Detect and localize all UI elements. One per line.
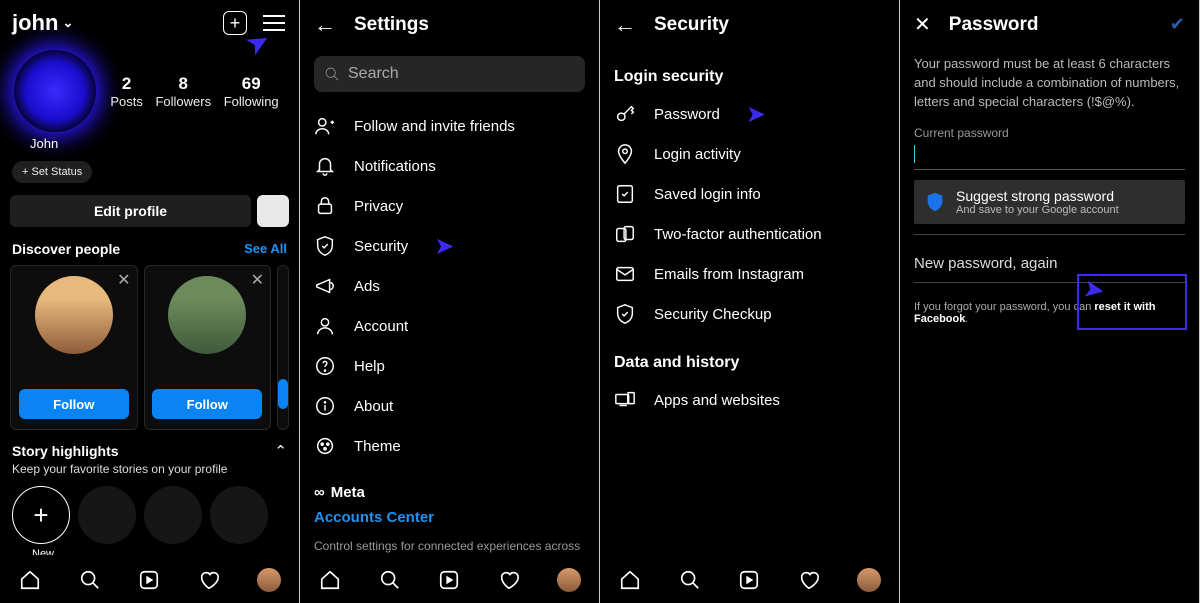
suggestion-card[interactable]: ✕ Follow [10, 265, 138, 430]
menu-item-about[interactable]: About [314, 386, 585, 426]
stat-followers[interactable]: 8Followers [155, 74, 211, 109]
home-icon[interactable] [318, 568, 342, 592]
highlight-placeholder [78, 486, 136, 544]
profile-tab-avatar[interactable] [557, 568, 581, 592]
current-password-input[interactable] [914, 140, 1185, 170]
add-highlight-button[interactable]: + [12, 486, 70, 544]
follow-button[interactable]: Follow [19, 389, 129, 419]
suggestion-avatar [168, 276, 246, 354]
stat-posts[interactable]: 2Posts [110, 74, 143, 109]
back-arrow-icon[interactable]: ← [314, 12, 336, 38]
menu-item-apps-and-websites[interactable]: Apps and websites [614, 380, 885, 420]
page-title: Settings [354, 14, 429, 36]
bottom-nav [600, 555, 899, 603]
heart-icon[interactable] [497, 568, 521, 592]
shield-icon [924, 191, 946, 213]
section-login-security: Login security [600, 50, 899, 92]
accounts-center-link[interactable]: Accounts Center [300, 503, 599, 532]
menu-item-emails-from-instagram[interactable]: Emails from Instagram [614, 254, 885, 294]
menu-item-help[interactable]: Help [314, 346, 585, 386]
discover-people-label: Discover people [12, 241, 120, 257]
profile-avatar[interactable] [14, 50, 96, 132]
bottom-nav [0, 555, 299, 603]
username: john [12, 10, 58, 36]
set-status-button[interactable]: + Set Status [12, 161, 92, 183]
story-highlights-desc: Keep your favorite stories on your profi… [0, 462, 299, 486]
menu-item-login-activity[interactable]: Login activity [614, 134, 885, 174]
menu-item-ads[interactable]: Ads [314, 266, 585, 306]
reels-icon[interactable] [737, 568, 761, 592]
menu-item-security-checkup[interactable]: Security Checkup [614, 294, 885, 334]
confirm-check-icon[interactable]: ✔ [1170, 14, 1185, 35]
search-icon[interactable] [78, 568, 102, 592]
home-icon[interactable] [18, 568, 42, 592]
search-icon [324, 66, 340, 82]
search-icon[interactable] [378, 568, 402, 592]
menu-item-privacy[interactable]: Privacy [314, 186, 585, 226]
suggest-password-button[interactable]: Suggest strong passwordAnd save to your … [914, 180, 1185, 224]
display-name: John [30, 136, 299, 151]
home-icon[interactable] [618, 568, 642, 592]
suggestion-card[interactable] [277, 265, 289, 430]
menu-item-two-factor-authentication[interactable]: Two-factor authentication [614, 214, 885, 254]
annotation-arrow-icon: ➤ [746, 100, 766, 129]
suggestion-avatar [35, 276, 113, 354]
stat-following[interactable]: 69Following [224, 74, 279, 109]
discover-people-icon[interactable] [257, 195, 289, 227]
annotation-highlight-box [1077, 274, 1187, 330]
dismiss-icon[interactable]: ✕ [117, 270, 130, 290]
back-arrow-icon[interactable]: ← [614, 12, 636, 38]
highlight-placeholder [210, 486, 268, 544]
username-dropdown[interactable]: john ⌄ [12, 10, 223, 36]
chevron-up-icon[interactable]: ⌃ [274, 442, 287, 460]
menu-item-account[interactable]: Account [314, 306, 585, 346]
see-all-link[interactable]: See All [244, 241, 287, 257]
reels-icon[interactable] [137, 568, 161, 592]
heart-icon[interactable] [197, 568, 221, 592]
reels-icon[interactable] [437, 568, 461, 592]
story-highlights-title: Story highlights [12, 443, 119, 459]
password-hint: Your password must be at least 6 charact… [900, 49, 1199, 126]
edit-profile-button[interactable]: Edit profile [10, 195, 251, 227]
menu-item-notifications[interactable]: Notifications [314, 146, 585, 186]
highlight-placeholder [144, 486, 202, 544]
chevron-down-icon: ⌄ [62, 15, 73, 31]
suggestion-card[interactable]: ✕ Follow [144, 265, 272, 430]
meta-header: ∞Meta [300, 468, 599, 503]
close-icon[interactable]: ✕ [914, 12, 931, 37]
page-title: Security [654, 14, 729, 36]
current-password-label: Current password [900, 126, 1199, 140]
menu-item-follow-and-invite-friends[interactable]: Follow and invite friends [314, 106, 585, 146]
section-data-history: Data and history [600, 336, 899, 378]
annotation-arrow-icon: ➤ [434, 232, 454, 261]
profile-tab-avatar[interactable] [857, 568, 881, 592]
bottom-nav [300, 555, 599, 603]
menu-item-theme[interactable]: Theme [314, 426, 585, 466]
menu-item-password[interactable]: Password➤ [614, 94, 885, 134]
dismiss-icon[interactable]: ✕ [251, 270, 264, 290]
search-icon[interactable] [678, 568, 702, 592]
menu-item-security[interactable]: Security➤ [314, 226, 585, 266]
profile-tab-avatar[interactable] [257, 568, 281, 592]
search-input[interactable]: Search [314, 56, 585, 92]
menu-item-saved-login-info[interactable]: Saved login info [614, 174, 885, 214]
follow-button[interactable]: Follow [152, 389, 262, 419]
page-title: Password [949, 14, 1039, 36]
heart-icon[interactable] [797, 568, 821, 592]
new-password-again-label: New password, again [900, 235, 1199, 276]
